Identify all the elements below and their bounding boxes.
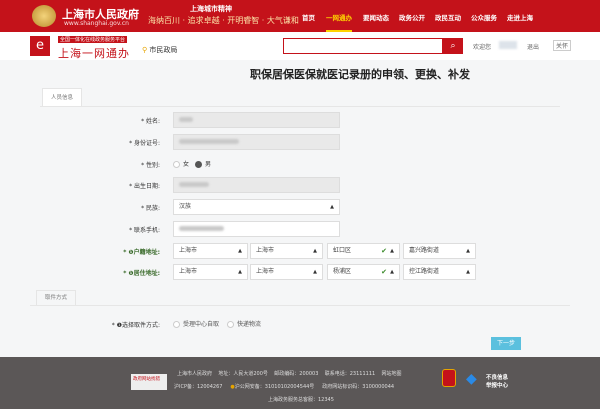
- caret-icon: ▲: [313, 269, 317, 275]
- huji-province-select[interactable]: 上海市 ▲: [173, 243, 248, 259]
- footer: 政府网站找错 上海市人民政府 地址：人民大道200号 邮政编码：200003 联…: [0, 357, 600, 409]
- footer-postcode: 邮政编码：200003: [274, 371, 319, 377]
- huji-address-label: * ❶户籍地址:: [123, 249, 160, 256]
- report-center-link[interactable]: 不良信息举报中心: [486, 373, 508, 389]
- logout-link[interactable]: 退出: [527, 42, 539, 51]
- gender-label: * 性别:: [141, 162, 160, 169]
- nav-news[interactable]: 要闻动态: [363, 12, 389, 22]
- gov-emblem-logo: [32, 5, 56, 27]
- pickup-label: * ❶选择取件方式:: [111, 322, 160, 329]
- footer-line2: 沪ICP备：12004267 ●沪公网安备：31010102004544号 政府…: [174, 383, 394, 390]
- top-header: 上海市人民政府 www.shanghai.gov.cn 上海城市精神 海纳百川 …: [0, 0, 600, 32]
- footer-line1: 上海市人民政府 地址：人民大道200号 邮政编码：200003 联系电话：231…: [177, 370, 402, 377]
- footer-phone: 联系电话：23111111: [324, 371, 376, 377]
- service-hotline: 上海政务服务总客服：12345: [268, 397, 334, 403]
- huji-city-select[interactable]: 上海市 ▲: [250, 243, 323, 259]
- pickup-radio-group: 受理中心自取 快递物流: [173, 319, 261, 328]
- gender-male-label: 男: [204, 161, 211, 168]
- caret-icon: ▲: [466, 248, 470, 254]
- nav-about-shanghai[interactable]: 走进上海: [507, 12, 533, 22]
- ethnic-select[interactable]: 汉族 ▲: [173, 199, 340, 215]
- location-label: 市民政局: [149, 46, 178, 54]
- nav-yiwangtongban[interactable]: 一网通办: [326, 12, 352, 32]
- slogan: 海纳百川 · 追求卓越 · 开明睿智 · 大气谦和: [148, 16, 299, 25]
- nav-interaction[interactable]: 政民互动: [435, 12, 461, 22]
- birth-label: * 出生日期:: [129, 183, 160, 190]
- yiwangtongban-logo: e: [30, 36, 50, 56]
- welcome-text: 欢迎您: [473, 44, 492, 51]
- pickup-self-label: 受理中心自取: [183, 321, 220, 328]
- party-gov-icon[interactable]: [442, 369, 456, 387]
- slogan-title: 上海城市精神: [190, 5, 232, 13]
- birth-date-field: [173, 177, 340, 193]
- caret-icon: ▲: [330, 204, 334, 210]
- pickup-self-radio[interactable]: [173, 321, 180, 328]
- phone-label: * 联系手机:: [129, 227, 160, 234]
- search-button[interactable]: ⌕: [443, 38, 463, 54]
- divider: [40, 106, 560, 107]
- name-field: [173, 112, 340, 128]
- nav-public-service[interactable]: 公众服务: [471, 12, 497, 22]
- caret-icon: ▲: [466, 269, 470, 275]
- huji-street-select[interactable]: 嘉兴路街道 ▲: [403, 243, 476, 259]
- live-district-select[interactable]: 杨浦区 ✔ ▲: [327, 264, 400, 280]
- gov-url: www.shanghai.gov.cn: [64, 20, 129, 27]
- caret-icon: ▲: [238, 248, 242, 254]
- gender-female-label: 女: [183, 161, 190, 168]
- police-record[interactable]: 沪公网安备：31010102004544号: [235, 384, 315, 390]
- live-address-label: * ❶居住地址:: [123, 270, 160, 277]
- brand-name: 上海一网通办: [58, 47, 130, 60]
- search-input[interactable]: [283, 38, 443, 54]
- live-province-select[interactable]: 上海市 ▲: [173, 264, 248, 280]
- tab-pickup[interactable]: 取件方式: [36, 290, 76, 305]
- page-title: 职保居保医保就医记录册的申领、更换、补发: [250, 68, 470, 81]
- divider: [30, 305, 570, 306]
- nav-home[interactable]: 首页: [302, 12, 315, 22]
- name-label: * 姓名:: [141, 118, 160, 125]
- live-street-select[interactable]: 控江路街道 ▲: [403, 264, 476, 280]
- gender-radio-group: 女 男: [173, 159, 211, 168]
- phone-input[interactable]: [173, 221, 340, 237]
- footer-sitemap[interactable]: 网站地图: [382, 371, 402, 377]
- site-code: 政府网站标识码：3100000044: [322, 384, 395, 390]
- user-name-blurred: [499, 41, 517, 49]
- id-label: * 身份证号:: [129, 140, 160, 147]
- id-number-field: [173, 134, 340, 150]
- location[interactable]: ⚲ 市民政局: [142, 45, 177, 55]
- huji-district-select[interactable]: 虹口区 ✔ ▲: [327, 243, 400, 259]
- caret-icon: ▲: [390, 269, 394, 275]
- location-pin-icon: ⚲: [142, 46, 148, 54]
- gov-error-badge[interactable]: 政府网站找错: [131, 374, 167, 390]
- live-city-select[interactable]: 上海市 ▲: [250, 264, 323, 280]
- gender-male-radio[interactable]: [194, 161, 202, 168]
- search-icon: ⌕: [450, 41, 456, 51]
- tab-person-info[interactable]: 人员信息: [42, 88, 82, 106]
- check-icon: ✔: [381, 268, 387, 276]
- ethnic-label: * 民族:: [141, 205, 160, 212]
- caret-icon: ▲: [313, 248, 317, 254]
- pickup-express-label: 快递物流: [236, 321, 261, 328]
- icp-record[interactable]: 沪ICP备：12004267: [174, 384, 222, 390]
- footer-address: 地址：人民大道200号: [218, 371, 268, 377]
- caret-icon: ▲: [390, 248, 394, 254]
- ethnic-value: 汉族: [179, 203, 192, 210]
- report-center-icon: ◆: [466, 371, 477, 387]
- gender-female-radio[interactable]: [173, 161, 180, 168]
- footer-link-gov[interactable]: 上海市人民政府: [177, 371, 212, 377]
- pickup-express-radio[interactable]: [226, 321, 234, 328]
- caret-icon: ▲: [238, 269, 242, 275]
- elder-mode-button[interactable]: 关怀: [553, 40, 572, 51]
- platform-badge: 全国一体化在线政务服务平台: [58, 36, 128, 43]
- nav-open-gov[interactable]: 政务公开: [399, 12, 425, 22]
- check-icon: ✔: [381, 247, 387, 255]
- next-button[interactable]: 下一步: [491, 337, 521, 350]
